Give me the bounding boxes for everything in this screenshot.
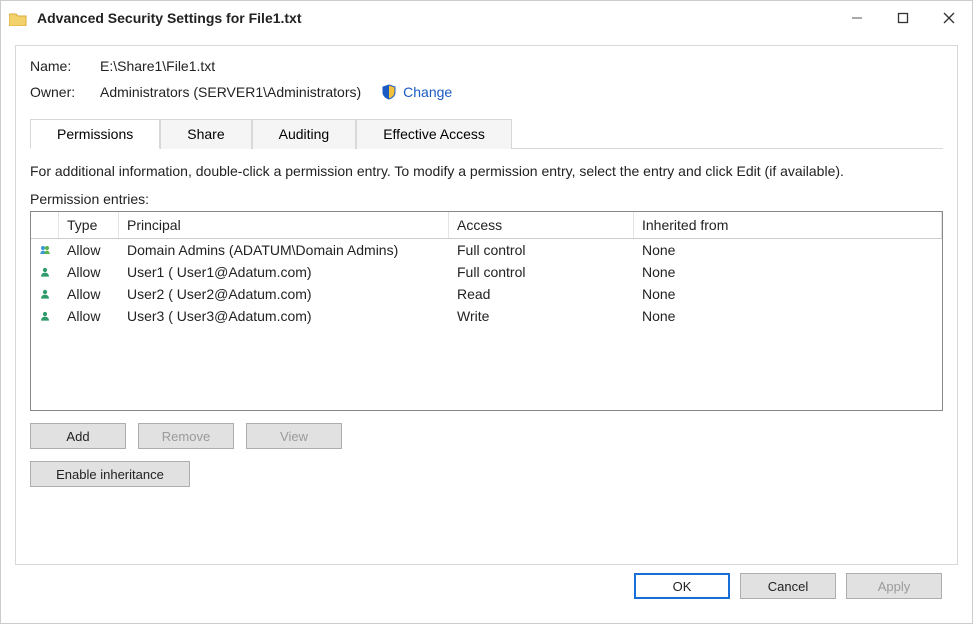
cell-type: Allow [59, 242, 119, 258]
name-row: Name: E:\Share1\File1.txt [30, 58, 943, 74]
cell-inherited: None [634, 264, 942, 280]
tab-permissions[interactable]: Permissions [30, 119, 160, 149]
cell-type: Allow [59, 286, 119, 302]
remove-button[interactable]: Remove [138, 423, 234, 449]
inheritance-buttons: Enable inheritance [30, 461, 943, 487]
entry-buttons: Add Remove View [30, 423, 943, 449]
info-text: For additional information, double-click… [30, 163, 943, 179]
owner-row: Owner: Administrators (SERVER1\Administr… [30, 84, 943, 100]
cell-type: Allow [59, 308, 119, 324]
user-icon [31, 308, 59, 324]
entries-label: Permission entries: [30, 191, 943, 207]
group-icon [31, 242, 59, 258]
col-principal[interactable]: Principal [119, 212, 449, 238]
tab-share[interactable]: Share [160, 119, 251, 149]
owner-value: Administrators (SERVER1\Administrators) [100, 84, 361, 100]
ok-button[interactable]: OK [634, 573, 730, 599]
cell-type: Allow [59, 264, 119, 280]
folder-icon [9, 11, 27, 26]
cell-principal: User3 ( User3@Adatum.com) [119, 308, 449, 324]
grid-body: AllowDomain Admins (ADATUM\Domain Admins… [31, 239, 942, 327]
tab-auditing[interactable]: Auditing [252, 119, 357, 149]
grid-header: Type Principal Access Inherited from [31, 212, 942, 239]
view-button[interactable]: View [246, 423, 342, 449]
close-button[interactable] [926, 1, 972, 35]
window-title: Advanced Security Settings for File1.txt [37, 10, 834, 26]
minimize-button[interactable] [834, 1, 880, 35]
user-icon [31, 264, 59, 280]
dialog-footer: OK Cancel Apply [15, 565, 958, 611]
user-icon [31, 286, 59, 302]
cell-principal: Domain Admins (ADATUM\Domain Admins) [119, 242, 449, 258]
table-row[interactable]: AllowUser2 ( User2@Adatum.com)ReadNone [31, 283, 942, 305]
window-controls [834, 1, 972, 35]
col-type[interactable]: Type [59, 212, 119, 238]
cell-principal: User2 ( User2@Adatum.com) [119, 286, 449, 302]
table-row[interactable]: AllowUser3 ( User3@Adatum.com)WriteNone [31, 305, 942, 327]
name-value: E:\Share1\File1.txt [100, 58, 215, 74]
content-area: Name: E:\Share1\File1.txt Owner: Adminis… [1, 35, 972, 623]
owner-label: Owner: [30, 84, 100, 100]
table-row[interactable]: AllowDomain Admins (ADATUM\Domain Admins… [31, 239, 942, 261]
window: Advanced Security Settings for File1.txt… [0, 0, 973, 624]
main-panel: Name: E:\Share1\File1.txt Owner: Adminis… [15, 45, 958, 565]
cell-principal: User1 ( User1@Adatum.com) [119, 264, 449, 280]
change-link-text: Change [403, 84, 452, 100]
cancel-button[interactable]: Cancel [740, 573, 836, 599]
col-inherited[interactable]: Inherited from [634, 212, 942, 238]
enable-inheritance-button[interactable]: Enable inheritance [30, 461, 190, 487]
name-label: Name: [30, 58, 100, 74]
cell-access: Full control [449, 264, 634, 280]
table-row[interactable]: AllowUser1 ( User1@Adatum.com)Full contr… [31, 261, 942, 283]
cell-inherited: None [634, 308, 942, 324]
col-icon[interactable] [31, 212, 59, 238]
cell-inherited: None [634, 286, 942, 302]
cell-access: Full control [449, 242, 634, 258]
cell-access: Write [449, 308, 634, 324]
change-owner-link[interactable]: Change [381, 84, 452, 100]
shield-icon [381, 84, 397, 100]
maximize-button[interactable] [880, 1, 926, 35]
apply-button[interactable]: Apply [846, 573, 942, 599]
titlebar: Advanced Security Settings for File1.txt [1, 1, 972, 35]
tab-strip: Permissions Share Auditing Effective Acc… [30, 118, 943, 149]
permission-grid[interactable]: Type Principal Access Inherited from All… [30, 211, 943, 411]
cell-access: Read [449, 286, 634, 302]
add-button[interactable]: Add [30, 423, 126, 449]
cell-inherited: None [634, 242, 942, 258]
col-access[interactable]: Access [449, 212, 634, 238]
tab-effective-access[interactable]: Effective Access [356, 119, 512, 149]
